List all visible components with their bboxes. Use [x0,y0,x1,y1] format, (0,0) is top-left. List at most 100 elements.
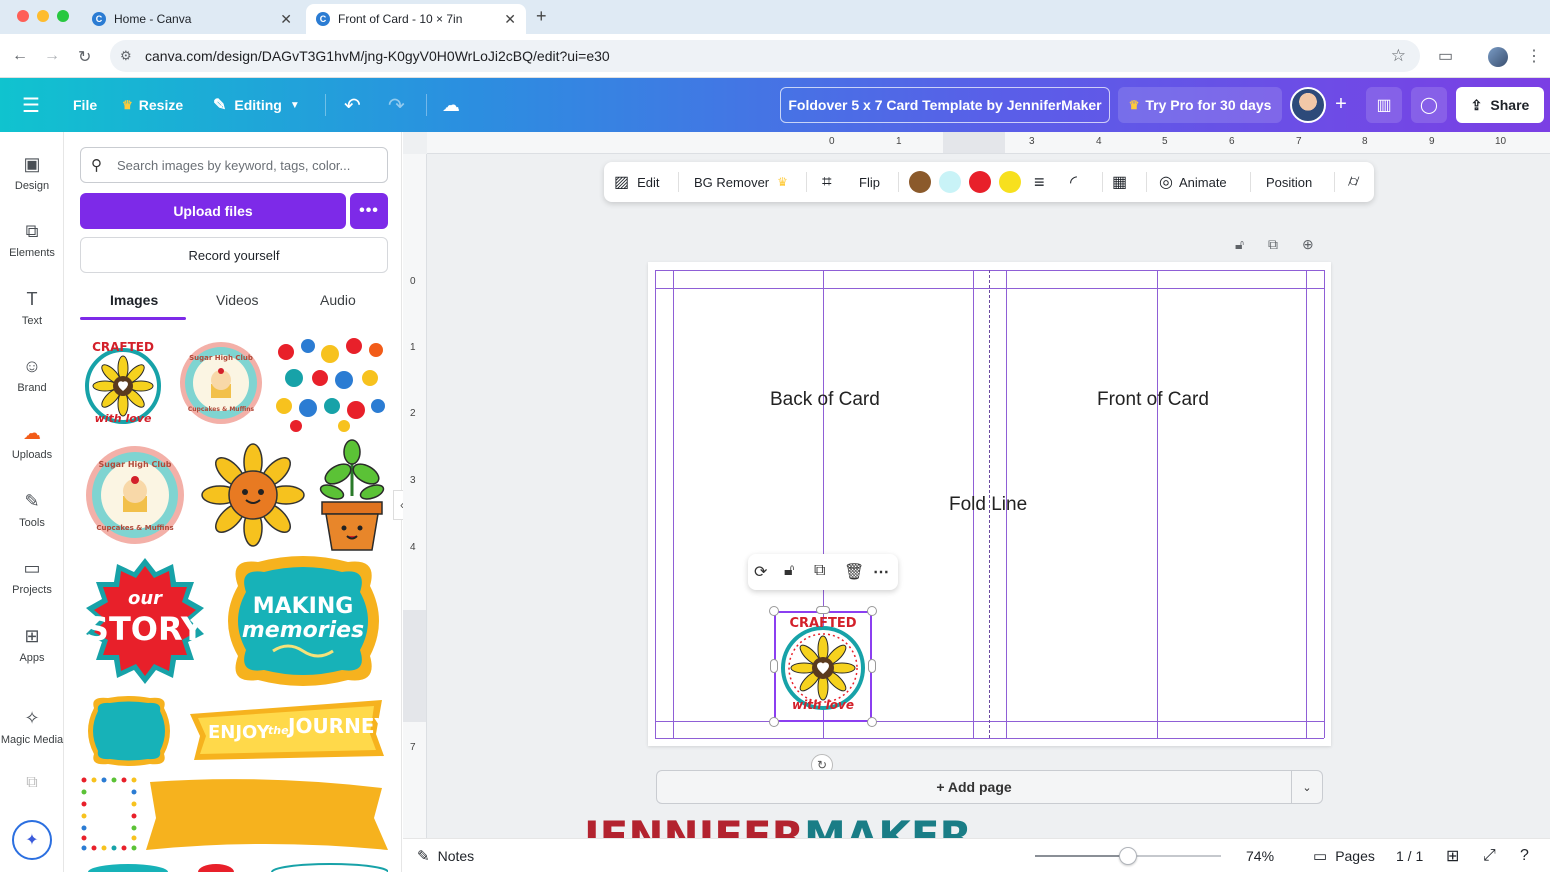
sticker-sugar-high-club-large[interactable]: Sugar High Club Cupcakes & Muffins [80,440,190,550]
image-dotted-frame[interactable] [80,776,138,852]
corner-rounding-icon[interactable]: ◜ [1070,162,1077,202]
browser-tab-home[interactable]: C Home - Canva ✕ [82,4,302,34]
duplicate-icon[interactable]: ⧉ [814,562,825,580]
upload-files-button[interactable]: Upload files [80,193,346,229]
redo-icon[interactable]: ↷ [388,78,405,132]
lock-icon[interactable]: 🔓︎ [784,562,794,580]
forward-arrow-icon[interactable]: → [44,47,60,65]
design-title-field[interactable]: Foldover 5 x 7 Card Template by Jennifer… [780,87,1110,123]
try-pro-button[interactable]: ♛ Try Pro for 30 days [1118,87,1282,123]
image-teal-frame[interactable] [80,694,178,768]
sticker-our-story[interactable]: our STORY [80,556,210,686]
resize-handle-right[interactable] [868,659,876,673]
magic-assistant-icon[interactable]: ✦ [12,820,52,860]
help-icon[interactable]: ? [1520,839,1529,873]
add-page-icon[interactable]: ⊕ [1302,236,1314,253]
file-menu-button[interactable]: File [73,78,97,132]
add-page-chevron-down-icon[interactable]: ⌄ [1291,770,1323,804]
design-page[interactable]: Back of Card Front of Card Fold Line [648,262,1331,746]
resize-handle-bottom-right[interactable] [867,717,877,727]
back-of-card-text[interactable]: Back of Card [770,389,880,411]
color-swatch-brown[interactable] [909,171,931,193]
comments-icon[interactable]: ◯ [1411,87,1447,123]
image-confetti-flowers[interactable] [274,334,388,432]
tab-images[interactable]: Images [110,292,158,308]
magic-edit-icon[interactable]: ⟳ [754,562,767,582]
copy-style-paint-roller-icon[interactable]: ⌭ [1348,162,1359,202]
close-tab-icon[interactable]: ✕ [504,11,516,28]
more-options-button[interactable]: ••• [350,193,388,229]
image-potted-plant[interactable] [316,436,388,554]
tab-videos[interactable]: Videos [216,292,259,308]
resize-button[interactable]: ♛ Resize [122,78,183,132]
sticker-crafted-with-love[interactable]: CRAFTED with love [80,334,166,432]
user-avatar[interactable] [1290,87,1326,123]
crop-icon[interactable]: ⌗ [822,162,832,202]
minimize-window-button[interactable] [37,10,49,22]
rail-item-elements[interactable]: ⧉ Elements [0,221,64,259]
rail-item-design[interactable]: ▣ Design [0,154,64,192]
browser-profile-avatar[interactable] [1488,47,1508,67]
duplicate-page-icon[interactable]: ⧉ [1268,236,1278,253]
resize-handle-top[interactable] [816,606,830,614]
resize-handle-top-left[interactable] [769,606,779,616]
menu-hamburger-icon[interactable]: ☰ [22,78,40,132]
editing-mode-dropdown[interactable]: ✎ Editing ▼ [213,78,300,132]
cloud-saved-icon[interactable]: ☁ [442,78,460,132]
close-window-button[interactable] [17,10,29,22]
undo-icon[interactable]: ↶ [344,78,361,132]
fold-line-text[interactable]: Fold Line [949,494,1027,516]
pages-button[interactable]: ▭ Pages [1313,839,1375,873]
cast-icon[interactable]: ▭ [1438,46,1453,66]
delete-trash-icon[interactable]: 🗑︎ [844,562,864,582]
maximize-window-button[interactable] [57,10,69,22]
rail-item-apps[interactable]: ⊞ Apps [0,626,64,664]
grid-view-icon[interactable]: ⊞ [1446,839,1459,873]
rail-item-text[interactable]: T Text [0,289,64,327]
color-swatch-yellow[interactable] [999,171,1021,193]
more-options-icon[interactable]: ⋯ [873,562,889,582]
tab-audio[interactable]: Audio [320,292,356,308]
image-partial-stickers[interactable] [80,858,388,872]
notes-button[interactable]: ✎ Notes [417,839,474,873]
site-settings-icon[interactable]: ⚙ [120,48,132,64]
flip-button[interactable]: Flip [859,162,880,202]
insights-chart-icon[interactable]: ▥ [1366,87,1402,123]
back-arrow-icon[interactable]: ← [12,47,28,65]
position-button[interactable]: Position [1266,162,1312,202]
search-input[interactable]: ⚲ Search images by keyword, tags, color.… [80,147,388,183]
bg-remover-button[interactable]: BG Remover ♛ [694,162,794,202]
share-button[interactable]: ⇪ Share [1456,87,1544,123]
transparency-icon[interactable]: ▦ [1112,162,1127,202]
resize-handle-top-right[interactable] [867,606,877,616]
color-swatch-red[interactable] [969,171,991,193]
animate-button[interactable]: ◎ Animate [1159,162,1227,202]
reload-icon[interactable]: ↻ [78,47,91,67]
lock-page-icon[interactable]: 🔓︎ [1235,236,1244,253]
sticker-enjoy-the-journey[interactable]: ENJOY the JOURNEY [186,694,388,768]
sticker-sugar-high-club[interactable]: Sugar High Club Cupcakes & Muffins [178,340,264,426]
rail-item-tools[interactable]: ✎ Tools [0,491,64,529]
add-page-button[interactable]: + Add page [656,770,1292,804]
rail-item-projects[interactable]: ▭ Projects [0,558,64,596]
image-yellow-banner[interactable] [144,778,390,854]
front-of-card-text[interactable]: Front of Card [1097,389,1209,411]
more-menu-icon[interactable]: ⋮ [1526,46,1542,66]
resize-handle-left[interactable] [770,659,778,673]
extra-app-icon[interactable]: ⧉ [0,774,64,792]
color-swatch-light-cyan[interactable] [939,171,961,193]
add-collaborator-icon[interactable]: + [1326,89,1356,119]
url-field[interactable]: ⚙ canva.com/design/DAGvT3G1hvM/jng-K0gyV… [110,40,1420,72]
fullscreen-icon[interactable]: ⤢ [1483,839,1496,873]
rail-item-brand[interactable]: ☺ Brand [0,356,64,394]
edit-image-button[interactable]: ▨ Edit [614,162,660,202]
record-yourself-button[interactable]: Record yourself [80,237,388,273]
border-style-icon[interactable]: ≡ [1034,162,1045,202]
zoom-slider-thumb[interactable] [1119,847,1137,865]
sticker-making-memories[interactable]: MAKING memories [218,556,388,686]
bookmark-star-icon[interactable]: ☆ [1391,46,1406,66]
rail-item-uploads[interactable]: ☁ Uploads [0,423,64,461]
zoom-percentage[interactable]: 74% [1246,839,1274,873]
close-tab-icon[interactable]: ✕ [280,11,292,28]
new-tab-icon[interactable]: + [536,6,547,27]
